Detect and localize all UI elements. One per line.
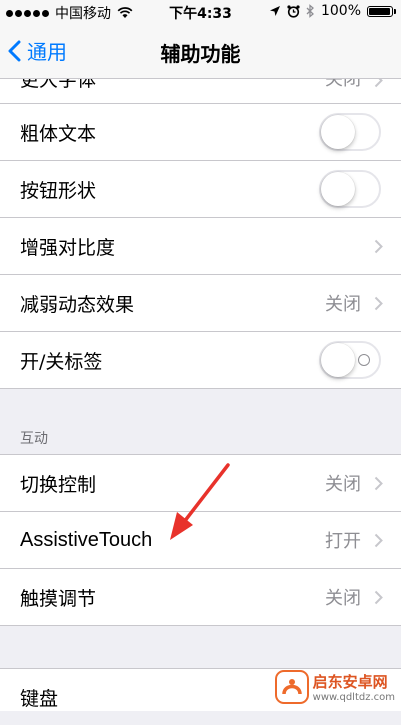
bold-text-toggle[interactable] xyxy=(319,113,381,151)
list-item-switch-control[interactable]: 切换控制 关闭 xyxy=(0,455,401,512)
row-label: 减弱动态效果 xyxy=(20,293,135,316)
navigation-bar: 通用 辅助功能 xyxy=(0,22,401,79)
chevron-right-icon xyxy=(374,296,383,311)
button-shapes-toggle[interactable] xyxy=(319,170,381,208)
row-value: 关闭 xyxy=(325,588,361,609)
list-item-increase-contrast[interactable]: 增强对比度 xyxy=(0,218,401,275)
list-item-reduce-motion[interactable]: 减弱动态效果 关闭 xyxy=(0,275,401,332)
section-header-interaction: 互动 xyxy=(20,431,48,447)
row-value: 关闭 xyxy=(325,474,361,495)
battery-icon xyxy=(367,5,396,17)
row-label: 更大字体 xyxy=(20,79,97,91)
list-item-on-off-labels: 开/关标签 xyxy=(0,332,401,388)
row-label: 开/关标签 xyxy=(20,350,103,373)
chevron-right-icon xyxy=(374,239,383,254)
watermark-name: 启东安卓网 xyxy=(312,673,388,691)
row-value: 关闭 xyxy=(325,294,361,315)
row-label: 键盘 xyxy=(20,687,59,710)
chevron-right-icon xyxy=(374,533,383,548)
vision-settings-list: 更大字体 关闭 粗体文本 按钮形状 增强对比度 减弱动态效果 关闭 开/关标签 xyxy=(0,79,401,389)
watermark-text: 启东安卓网 www.qdltdz.com xyxy=(313,671,395,703)
list-item-assistivetouch[interactable]: AssistiveTouch 打开 xyxy=(0,512,401,569)
row-label: 增强对比度 xyxy=(20,236,116,259)
row-label: 触摸调节 xyxy=(20,587,97,610)
off-label-icon xyxy=(358,354,370,366)
battery-percent: 100% xyxy=(320,3,361,19)
page-title: 辅助功能 xyxy=(160,42,241,66)
row-value: 打开 xyxy=(325,531,361,552)
on-off-labels-toggle[interactable] xyxy=(319,341,381,379)
list-item-button-shapes: 按钮形状 xyxy=(0,161,401,218)
alarm-icon xyxy=(287,4,300,18)
chevron-right-icon xyxy=(374,79,383,88)
status-right: 100% xyxy=(269,3,396,19)
location-icon xyxy=(269,6,280,16)
row-label: 切换控制 xyxy=(20,473,97,496)
chevron-right-icon xyxy=(374,476,383,491)
list-item-larger-text[interactable]: 更大字体 关闭 xyxy=(0,79,401,104)
watermark: 启东安卓网 www.qdltdz.com xyxy=(274,670,395,704)
row-value: 关闭 xyxy=(325,79,361,90)
watermark-logo-icon xyxy=(274,670,309,704)
row-label: 按钮形状 xyxy=(20,179,97,202)
watermark-url: www.qdltdz.com xyxy=(312,692,395,703)
bluetooth-icon xyxy=(306,4,314,18)
status-bar: 中国移动 下午4:33 100% xyxy=(0,0,401,22)
chevron-right-icon xyxy=(374,590,383,605)
list-item-touch-accommodations[interactable]: 触摸调节 关闭 xyxy=(0,569,401,626)
row-label: 粗体文本 xyxy=(20,122,97,145)
interaction-settings-list: 切换控制 关闭 AssistiveTouch 打开 触摸调节 关闭 xyxy=(0,454,401,626)
row-label: AssistiveTouch xyxy=(20,528,153,551)
list-item-bold-text: 粗体文本 xyxy=(0,104,401,161)
